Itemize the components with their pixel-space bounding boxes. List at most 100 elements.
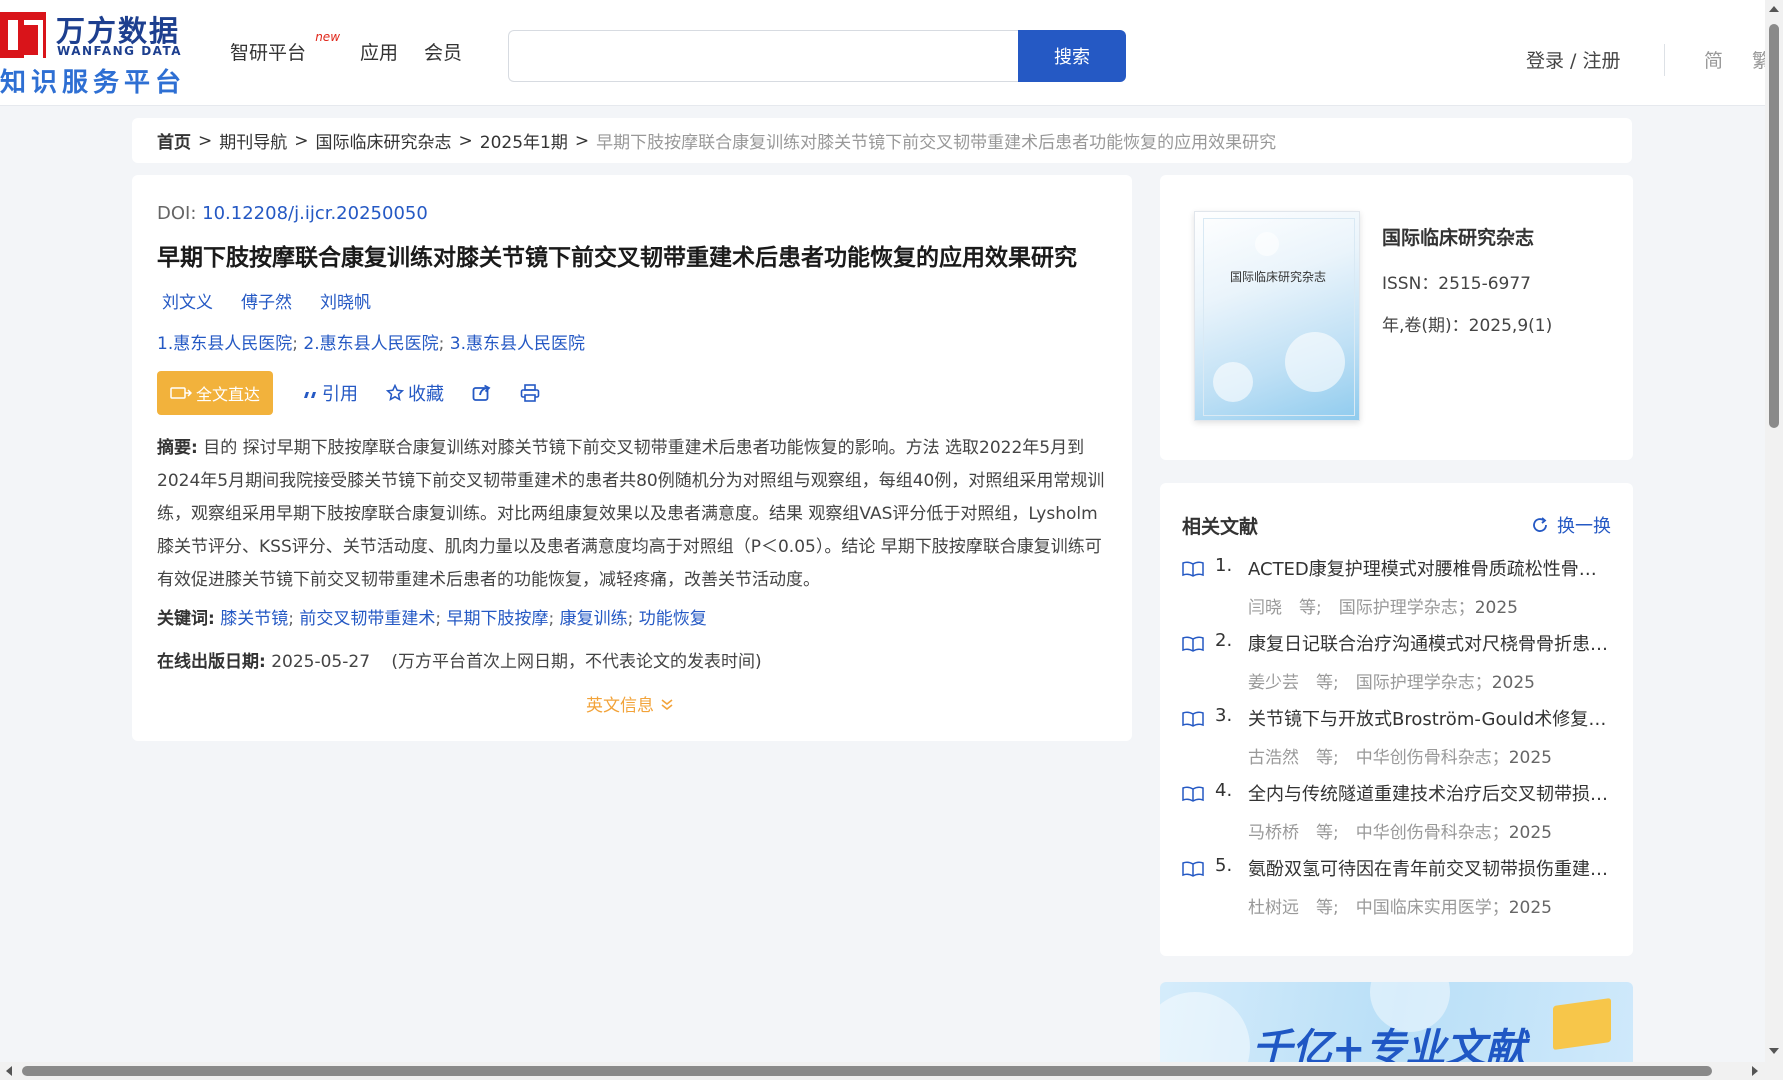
main-nav: 智研平台 new 应用 会员 <box>230 30 462 68</box>
cite-label: 引用 <box>322 384 358 405</box>
breadcrumb-separator: > <box>458 130 473 151</box>
cover-decoration <box>1255 232 1279 256</box>
search-input[interactable] <box>508 30 1018 82</box>
keywords-label: 关键词: <box>157 609 215 629</box>
keyword-link[interactable]: 康复训练 <box>560 609 628 629</box>
journal-cover[interactable]: 国际临床研究杂志 <box>1194 211 1360 421</box>
cover-decoration <box>1285 332 1345 392</box>
double-chevron-down-icon <box>661 698 673 710</box>
abstract: 摘要: 目的 探讨早期下肢按摩联合康复训练对膝关节镜下前交叉韧带重建术后患者功能… <box>157 432 1112 597</box>
favorite-button[interactable]: 收藏 <box>386 380 444 406</box>
related-item-year: 2025 <box>1491 673 1535 693</box>
new-badge: new <box>315 30 341 44</box>
lang-traditional-link[interactable]: 繁 <box>1752 46 1765 73</box>
doi-link[interactable]: 10.12208/j.ijcr.20250050 <box>202 203 428 224</box>
related-item-number: 3. <box>1215 705 1233 726</box>
keyword-link[interactable]: 功能恢复 <box>639 609 707 629</box>
affiliation-link[interactable]: 2.惠东县人民医院 <box>303 334 438 354</box>
online-date-value: 2025-05-27 <box>271 652 371 672</box>
online-date-note: (万方平台首次上网日期，不代表论文的发表时间) <box>391 652 762 672</box>
keyword-separator: ; <box>548 609 555 629</box>
keyword-link[interactable]: 膝关节镜 <box>220 609 288 629</box>
logo-mark-icon <box>0 12 46 60</box>
article-detail-card: DOI: 10.12208/j.ijcr.20250050 早期下肢按摩联合康复… <box>132 175 1132 741</box>
related-list: 1. ACTED康复护理模式对腰椎骨质疏松性骨折患者的影响 闫晓 等; 国际护理… <box>1182 555 1612 930</box>
nav-item-apps[interactable]: 应用 <box>360 38 398 68</box>
book-icon <box>1182 786 1204 802</box>
related-item-source: 古浩然 等; 中华创伤骨科杂志； <box>1248 748 1509 768</box>
login-register-link[interactable]: 登录 / 注册 <box>1526 46 1620 73</box>
affiliation-link[interactable]: 1.惠东县人民医院 <box>157 334 292 354</box>
related-item-source: 姜少芸 等; 国际护理学杂志； <box>1248 673 1492 693</box>
related-item-number: 1. <box>1215 555 1233 576</box>
abstract-text: 目的 探讨早期下肢按摩联合康复训练对膝关节镜下前交叉韧带重建术后患者功能恢复的影… <box>157 438 1105 590</box>
cite-button[interactable]: 引用 <box>302 380 358 406</box>
related-item-source: 杜树远 等; 中国临床实用医学； <box>1248 898 1509 918</box>
related-item-title[interactable]: ACTED康复护理模式对腰椎骨质疏松性骨折患者的影响 <box>1248 555 1610 581</box>
related-item-meta: 闫晓 等; 国际护理学杂志；2025 <box>1248 593 1518 618</box>
scroll-left-arrow-icon[interactable] <box>6 1066 12 1076</box>
header-divider <box>1664 44 1665 76</box>
doi-label: DOI: <box>157 203 197 224</box>
related-item-meta: 古浩然 等; 中华创伤骨科杂志；2025 <box>1248 743 1552 768</box>
affiliation-link[interactable]: 3.惠东县人民医院 <box>450 334 585 354</box>
related-item-year: 2025 <box>1474 598 1518 618</box>
author-link[interactable]: 刘晓帆 <box>320 288 371 313</box>
print-button[interactable] <box>520 384 540 402</box>
related-item-number: 2. <box>1215 630 1233 651</box>
scroll-up-arrow-icon[interactable] <box>1769 6 1779 12</box>
related-item: 2. 康复日记联合治疗沟通模式对尺桡骨骨折患者的影响 姜少芸 等; 国际护理学杂… <box>1182 630 1612 705</box>
breadcrumb-issue[interactable]: 2025年1期 <box>480 128 568 153</box>
journal-info-card: 国际临床研究杂志 国际临床研究杂志 ISSN：2515-6977 年,卷(期)：… <box>1160 175 1633 460</box>
related-item-year: 2025 <box>1508 823 1552 843</box>
horizontal-scrollbar[interactable] <box>0 1062 1783 1080</box>
online-date-label: 在线出版日期: <box>157 652 266 672</box>
affiliation-list: 1.惠东县人民医院; 2.惠东县人民医院; 3.惠东县人民医院 <box>157 329 585 354</box>
lang-simplified-link[interactable]: 简 <box>1704 46 1723 73</box>
keyword-link[interactable]: 早期下肢按摩 <box>447 609 549 629</box>
promo-banner[interactable]: 千亿+专业文献 <box>1160 982 1633 1062</box>
share-button[interactable] <box>472 384 492 402</box>
related-item-title[interactable]: 关节镜下与开放式Broström-Gould术修复踝关节外侧韧带 <box>1248 705 1610 731</box>
quote-icon <box>304 392 316 398</box>
search-button[interactable]: 搜索 <box>1018 30 1126 82</box>
affiliation-separator: ; <box>438 334 445 354</box>
related-item: 5. 氨酚双氢可待因在青年前交叉韧带损伤重建术后的镇痛效果 杜树远 等; 中国临… <box>1182 855 1612 930</box>
cover-title: 国际临床研究杂志 <box>1229 270 1326 284</box>
related-item-source: 闫晓 等; 国际护理学杂志； <box>1248 598 1475 618</box>
doi-line: DOI: 10.12208/j.ijcr.20250050 <box>157 203 428 224</box>
print-icon <box>520 384 540 402</box>
keyword-separator: ; <box>627 609 634 629</box>
vertical-scroll-thumb[interactable] <box>1769 24 1779 428</box>
fulltext-button[interactable]: 全文直达 <box>157 371 273 415</box>
scroll-right-arrow-icon[interactable] <box>1752 1066 1758 1076</box>
keyword-link[interactable]: 前交叉韧带重建术 <box>299 609 435 629</box>
breadcrumb-journal[interactable]: 国际临床研究杂志 <box>316 128 452 153</box>
vertical-scrollbar[interactable] <box>1765 0 1783 1062</box>
nav-item-zhiyan[interactable]: 智研平台 new <box>230 30 340 68</box>
related-literature-card: 相关文献 换一换 1. ACTED康复护理模式对腰椎骨质疏松性骨折患者的影响 闫… <box>1160 483 1633 956</box>
author-link[interactable]: 傅子然 <box>241 288 292 313</box>
breadcrumb: 首页 > 期刊导航 > 国际临床研究杂志 > 2025年1期 > 早期下肢按摩联… <box>132 118 1632 163</box>
related-item-title[interactable]: 全内与传统隧道重建技术治疗后交叉韧带损伤的疗效 <box>1248 780 1610 806</box>
nav-item-member[interactable]: 会员 <box>424 38 462 68</box>
banner-text: 千亿+专业文献 <box>1252 1026 1526 1062</box>
related-item-title[interactable]: 康复日记联合治疗沟通模式对尺桡骨骨折患者的影响 <box>1248 630 1610 656</box>
book-icon <box>1182 711 1204 727</box>
breadcrumb-home[interactable]: 首页 <box>157 128 191 153</box>
refresh-button[interactable]: 换一换 <box>1531 512 1611 538</box>
horizontal-scroll-thumb[interactable] <box>22 1066 1712 1076</box>
breadcrumb-journal-nav[interactable]: 期刊导航 <box>219 128 287 153</box>
share-icon <box>472 384 491 401</box>
breadcrumb-separator: > <box>574 130 590 151</box>
journal-issn: ISSN：2515-6977 <box>1382 274 1531 294</box>
english-info-label: 英文信息 <box>586 696 654 716</box>
wanfang-logo[interactable]: 万方数据 WANFANG DATA 知识服务平台 <box>0 8 200 98</box>
related-item-title[interactable]: 氨酚双氢可待因在青年前交叉韧带损伤重建术后的镇痛效果 <box>1248 855 1610 881</box>
author-link[interactable]: 刘文义 <box>162 288 213 313</box>
related-item-meta: 杜树远 等; 中国临床实用医学；2025 <box>1248 893 1552 918</box>
nav-item-label: 智研平台 <box>230 42 307 64</box>
journal-name[interactable]: 国际临床研究杂志 <box>1382 223 1534 250</box>
scroll-down-arrow-icon[interactable] <box>1769 1048 1779 1054</box>
english-info-toggle[interactable]: 英文信息 <box>586 691 674 716</box>
